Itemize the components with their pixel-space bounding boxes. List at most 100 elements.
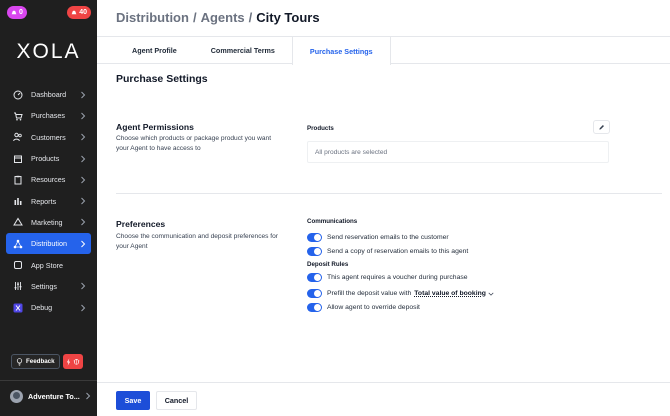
xola-logo[interactable]: XOLA	[0, 40, 97, 64]
toggle-reservation-emails-customer[interactable]	[307, 233, 322, 242]
chevron-right-icon	[81, 112, 86, 120]
tab-purchase-settings[interactable]: Purchase Settings	[291, 37, 391, 65]
toggle-label: Send a copy of reservation emails to thi…	[327, 248, 469, 255]
cancel-button[interactable]: Cancel	[156, 391, 197, 410]
products-value: All products are selected	[315, 148, 388, 156]
chevron-right-icon	[81, 219, 86, 226]
tab-commercial-terms[interactable]: Commercial Terms	[194, 37, 292, 64]
chevron-right-icon	[81, 176, 86, 184]
sidebar-badges: 0 40	[7, 6, 91, 20]
toggle-override-deposit[interactable]	[307, 303, 322, 312]
sidebar-item-app-store[interactable]: App Store	[6, 254, 91, 275]
bell-icon	[11, 10, 17, 14]
agent-permissions-description: Choose which products or package product…	[116, 135, 272, 152]
app-store-icon	[13, 260, 23, 270]
toggle-row-reservation-emails-customer: Send reservation emails to the customer	[307, 232, 449, 243]
account-switcher[interactable]: Adventure To...	[10, 389, 91, 403]
sidebar-item-dashboard[interactable]: Dashboard	[6, 84, 91, 105]
breadcrumb: Distribution / Agents / City Tours	[116, 10, 320, 25]
notification-count: 0	[19, 9, 23, 16]
section-divider	[116, 193, 662, 194]
sidebar-item-debug[interactable]: Debug	[6, 297, 91, 318]
toggle-label: Send reservation emails to the customer	[327, 234, 449, 241]
sliders-icon	[13, 281, 23, 291]
breadcrumb-current: City Tours	[256, 10, 320, 25]
feedback-label: Feedback	[26, 358, 55, 365]
sidebar-item-label: Dashboard	[31, 90, 67, 100]
sidebar-item-settings[interactable]: Settings	[6, 276, 91, 297]
sidebar: 0 40 XOLA Dashboard Purchases Customers …	[0, 0, 97, 416]
bug-icon	[73, 359, 79, 365]
clipboard-icon	[13, 175, 23, 185]
pencil-icon	[599, 124, 604, 130]
products-selection[interactable]: All products are selected	[307, 141, 609, 163]
sidebar-item-label: Resources	[31, 175, 66, 185]
sidebar-item-reports[interactable]: Reports	[6, 190, 91, 211]
chevron-right-icon	[81, 91, 86, 98]
feedback-button[interactable]: Feedback	[11, 354, 60, 369]
chevron-right-icon	[81, 155, 86, 162]
chevron-right-icon	[81, 133, 86, 141]
sidebar-item-label: Marketing	[31, 217, 63, 227]
preferences-description: Choose the communication and deposit pre…	[116, 233, 279, 250]
toggle-label: Prefill the deposit value with	[327, 290, 412, 297]
breadcrumb-agents[interactable]: Agents	[201, 10, 245, 25]
main-content: Distribution / Agents / City Tours Agent Pro…	[97, 0, 670, 416]
toggle-label: Allow agent to override deposit	[327, 304, 420, 311]
deposit-value-dropdown[interactable]: Total value of booking	[414, 290, 486, 297]
sidebar-item-label: Customers	[31, 132, 66, 142]
lightning-icon	[66, 357, 70, 366]
breadcrumb-separator: /	[192, 10, 197, 25]
account-name: Adventure To...	[28, 391, 80, 401]
toggle-row-reservation-copy-agent: Send a copy of reservation emails to thi…	[307, 246, 468, 257]
bar-chart-icon	[13, 196, 23, 206]
communications-label: Communications	[307, 218, 358, 225]
chevron-right-icon	[81, 197, 86, 205]
save-button[interactable]: Save	[116, 391, 150, 410]
breadcrumb-distribution[interactable]: Distribution	[116, 10, 189, 25]
cart-icon	[13, 111, 23, 121]
chevron-right-icon	[81, 240, 86, 248]
alert-badge[interactable]: 40	[67, 6, 91, 19]
page-title: Purchase Settings	[116, 73, 208, 85]
notification-badge[interactable]: 0	[7, 6, 27, 19]
agent-permissions-title: Agent Permissions	[116, 122, 194, 132]
tab-agent-profile[interactable]: Agent Profile	[115, 37, 194, 64]
lightbulb-icon	[16, 357, 23, 366]
sidebar-item-resources[interactable]: Resources	[6, 169, 91, 190]
chevron-right-icon	[86, 392, 91, 400]
toggle-row-prefill-deposit: Prefill the deposit value with Total val…	[307, 288, 494, 299]
sidebar-item-label: App Store	[31, 260, 63, 270]
sidebar-item-distribution[interactable]: Distribution	[6, 233, 91, 255]
box-icon	[13, 154, 23, 164]
sidebar-item-label: Debug	[31, 303, 53, 313]
sidebar-item-marketing[interactable]: Marketing	[6, 212, 91, 233]
products-label: Products	[307, 125, 334, 132]
alert-count: 40	[79, 9, 87, 16]
toggle-voucher-required[interactable]	[307, 273, 322, 282]
sidebar-item-customers[interactable]: Customers	[6, 127, 91, 148]
sidebar-item-label: Products	[31, 154, 60, 164]
sidebar-item-label: Reports	[31, 196, 57, 206]
bug-report-button[interactable]	[62, 354, 83, 369]
feedback-group: Feedback	[11, 354, 83, 369]
toggle-label: This agent requires a voucher during pur…	[327, 274, 468, 281]
sidebar-nav: Dashboard Purchases Customers Products R…	[6, 84, 91, 318]
avatar	[10, 389, 23, 403]
sidebar-item-products[interactable]: Products	[6, 148, 91, 169]
footer-divider	[97, 382, 670, 383]
breadcrumb-separator: /	[248, 10, 253, 25]
tab-bar: Agent Profile Commercial Terms Purchase …	[97, 36, 670, 65]
dashboard-icon	[13, 90, 23, 100]
sidebar-item-label: Settings	[31, 281, 57, 291]
chevron-down-icon[interactable]	[488, 291, 494, 297]
chevron-right-icon	[81, 282, 86, 290]
debug-icon	[13, 303, 23, 313]
network-icon	[13, 239, 23, 249]
sidebar-divider	[0, 380, 97, 381]
edit-products-button[interactable]	[593, 120, 610, 134]
toggle-reservation-copy-agent[interactable]	[307, 247, 322, 256]
megaphone-icon	[13, 217, 23, 227]
toggle-prefill-deposit[interactable]	[307, 289, 322, 298]
sidebar-item-purchases[interactable]: Purchases	[6, 105, 91, 126]
